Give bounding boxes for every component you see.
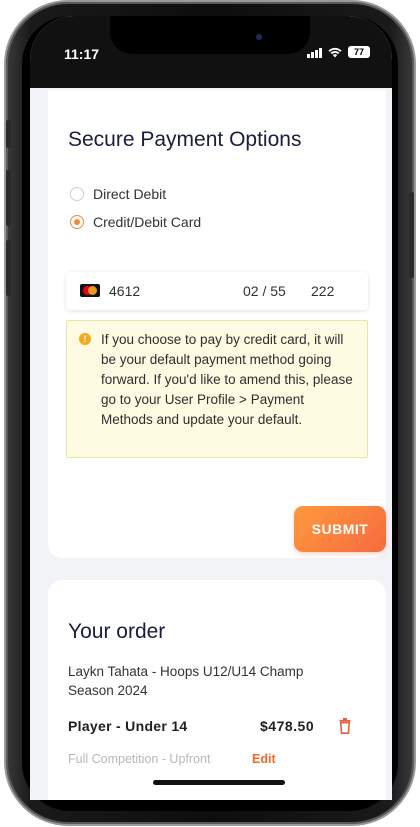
option-credit-card[interactable]: Credit/Debit Card bbox=[70, 214, 201, 230]
notch bbox=[110, 16, 310, 54]
option-direct-debit[interactable]: Direct Debit bbox=[70, 186, 166, 202]
option-label: Direct Debit bbox=[93, 186, 167, 202]
item-price: $478.50 bbox=[260, 718, 315, 734]
item-subtitle: Full Competition - Upfront bbox=[68, 752, 211, 766]
camera-icon bbox=[256, 34, 262, 40]
status-time: 11:17 bbox=[64, 46, 100, 62]
radio-credit-card[interactable] bbox=[70, 215, 84, 229]
mute-switch bbox=[6, 120, 11, 148]
payment-card: Secure Payment Options Direct Debit Cred… bbox=[48, 90, 386, 558]
status-icons: 77 bbox=[307, 46, 370, 58]
home-indicator[interactable] bbox=[153, 780, 285, 785]
mastercard-icon bbox=[80, 284, 100, 297]
notice-text: If you choose to pay by credit card, it … bbox=[101, 332, 353, 427]
order-description: Laykn Tahata - Hoops U12/U14 Champ Seaso… bbox=[68, 664, 304, 698]
payment-notice: ! If you choose to pay by credit card, i… bbox=[66, 320, 368, 458]
option-label: Credit/Debit Card bbox=[93, 214, 202, 230]
screen: 11:17 77 Secure Payment Options Direct D… bbox=[30, 16, 392, 800]
submit-button[interactable]: SUBMIT bbox=[294, 506, 386, 552]
status-bar: 11:17 77 bbox=[30, 16, 392, 88]
card-number-field[interactable]: 4612 bbox=[109, 283, 140, 299]
volume-up-button bbox=[6, 170, 11, 226]
order-card: Your order Laykn Tahata - Hoops U12/U14 … bbox=[48, 580, 386, 800]
card-cvc-field[interactable]: 222 bbox=[311, 283, 334, 299]
page-content: Secure Payment Options Direct Debit Cred… bbox=[30, 88, 392, 800]
radio-direct-debit[interactable] bbox=[70, 187, 84, 201]
info-icon: ! bbox=[79, 333, 91, 345]
order-title: Your order bbox=[68, 620, 166, 643]
wifi-icon bbox=[328, 47, 342, 58]
item-name: Player - Under 14 bbox=[68, 718, 188, 734]
card-expiry-field[interactable]: 02 / 55 bbox=[243, 283, 286, 299]
volume-down-button bbox=[6, 240, 11, 296]
card-input[interactable]: 4612 02 / 55 222 bbox=[66, 272, 368, 310]
power-button bbox=[409, 192, 414, 278]
battery-icon: 77 bbox=[348, 46, 370, 58]
page-title: Secure Payment Options bbox=[68, 128, 302, 151]
trash-icon[interactable] bbox=[339, 718, 351, 734]
order-line-item: Player - Under 14 $478.50 bbox=[68, 718, 368, 738]
edit-link[interactable]: Edit bbox=[252, 752, 276, 766]
signal-icon bbox=[307, 47, 322, 58]
